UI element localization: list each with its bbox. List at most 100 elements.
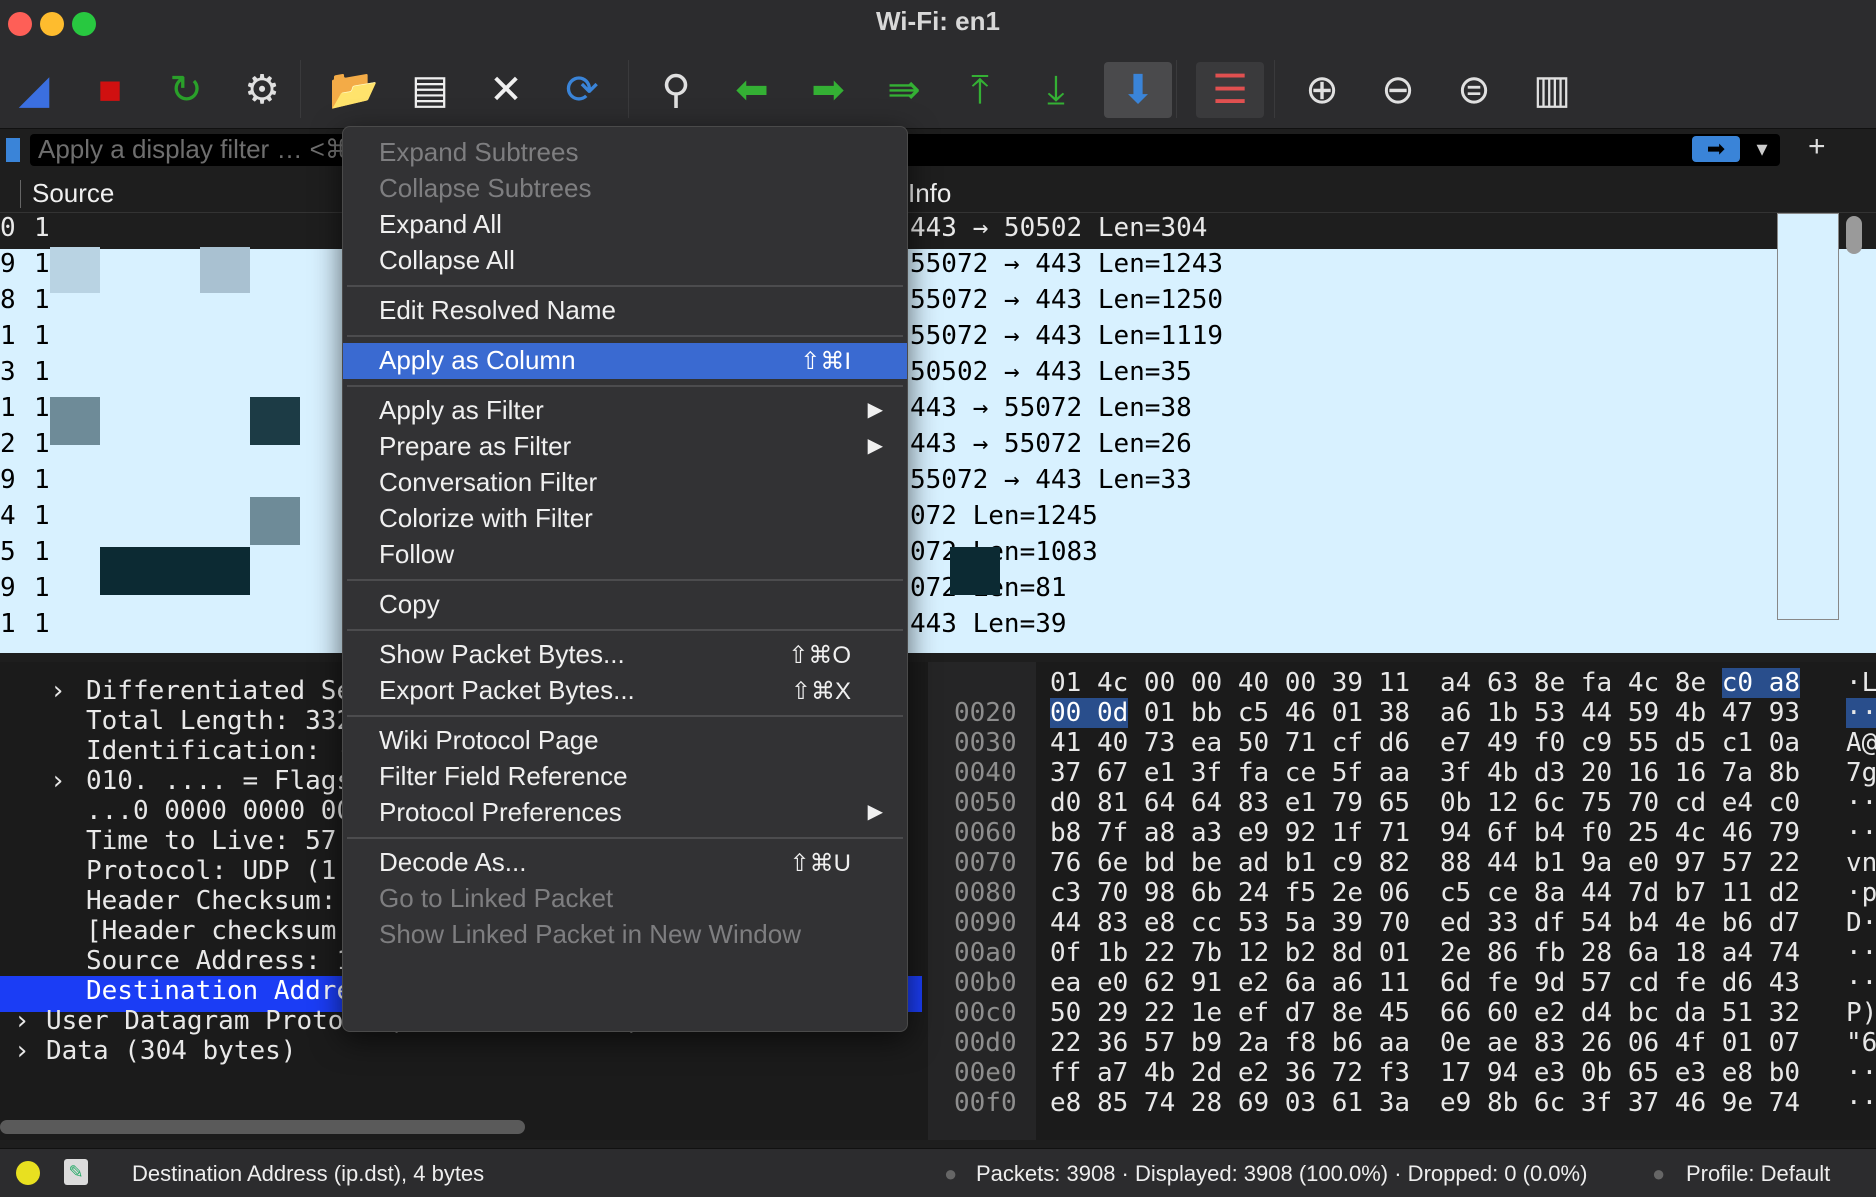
hex-group-2[interactable]: e7 49 f0 c9 55 d5 c1 0a [1440, 728, 1800, 758]
packet-minimap[interactable] [1777, 213, 1839, 620]
zoom-out-icon[interactable]: ⊖ [1370, 62, 1426, 118]
packet-row[interactable]: 3 1 50502 → 443 Len=35 [0, 357, 1876, 393]
ascii-bytes[interactable]: ·· [1846, 1088, 1876, 1118]
go-to-packet-icon[interactable]: ⇛ [876, 62, 932, 118]
menu-item-apply-as-filter[interactable]: Apply as Filter ▶ [343, 393, 907, 429]
menu-item-wiki-protocol-page[interactable]: Wiki Protocol Page [343, 723, 907, 759]
column-header-info[interactable]: Info [908, 178, 951, 209]
last-packet-icon[interactable]: ⤓ [1028, 62, 1084, 118]
open-file-icon[interactable]: 📂 [326, 62, 382, 118]
resize-columns-icon[interactable]: ▥ [1524, 62, 1580, 118]
menu-item-edit-resolved-name[interactable]: Edit Resolved Name [343, 293, 907, 329]
hex-group-2[interactable]: 17 94 e3 0b 65 e3 e8 b0 [1440, 1058, 1800, 1088]
hex-group-1[interactable]: e8 85 74 28 69 03 61 3a [1050, 1088, 1410, 1118]
ascii-bytes[interactable]: ·· [1846, 788, 1876, 818]
packet-list-scrollbar[interactable] [1846, 216, 1862, 254]
hex-group-1[interactable]: d0 81 64 64 83 e1 79 65 [1050, 788, 1410, 818]
menu-item-apply-as-column[interactable]: Apply as Column ⇧⌘I [343, 343, 907, 379]
packet-row[interactable]: 9 1 072 Len=81 [0, 573, 1876, 609]
packet-row[interactable]: 1 1 443 Len=39 [0, 609, 1876, 645]
stop-capture-icon[interactable]: ■ [82, 62, 138, 118]
menu-item-protocol-preferences[interactable]: Protocol Preferences ▶ [343, 795, 907, 831]
menu-item-conversation-filter[interactable]: Conversation Filter [343, 465, 907, 501]
ascii-bytes[interactable]: 7g [1846, 758, 1876, 788]
packet-list[interactable]: 0 1 443 → 50502 Len=304 9 1 55072 → 443 Len=1… [0, 213, 1876, 653]
packet-row[interactable]: 0 1 443 → 50502 Len=304 [0, 213, 1876, 249]
hex-group-2[interactable]: a4 63 8e fa 4c 8e c0 a8 [1440, 668, 1801, 698]
pane-splitter[interactable] [928, 662, 940, 1140]
hex-group-2[interactable]: 0b 12 6c 75 70 cd e4 c0 [1440, 788, 1800, 818]
filter-history-dropdown[interactable]: ▾ [1750, 136, 1774, 162]
menu-item-prepare-as-filter[interactable]: Prepare as Filter ▶ [343, 429, 907, 465]
capture-options-icon[interactable]: ⚙ [234, 62, 290, 118]
hex-group-2[interactable]: 94 6f b4 f0 25 4c 46 79 [1440, 818, 1800, 848]
status-profile[interactable]: Profile: Default [1686, 1161, 1830, 1187]
ascii-bytes[interactable]: ·· [1846, 818, 1876, 848]
hex-group-2[interactable]: 6d fe 9d 57 cd fe d6 43 [1440, 968, 1800, 998]
apply-filter-button[interactable]: ➡ [1692, 136, 1740, 162]
details-scrollbar[interactable] [0, 1120, 525, 1134]
ascii-bytes[interactable]: ·L [1846, 668, 1876, 698]
hex-group-2[interactable]: a6 1b 53 44 59 4b 47 93 [1440, 698, 1800, 728]
zoom-in-icon[interactable]: ⊕ [1294, 62, 1350, 118]
packet-row[interactable]: 1 1 55072 → 443 Len=1119 [0, 321, 1876, 357]
hex-group-1[interactable]: 50 29 22 1e ef d7 8e 45 [1050, 998, 1410, 1028]
ascii-bytes[interactable]: ·· [1846, 938, 1876, 968]
restart-capture-icon[interactable]: ↻ [158, 62, 214, 118]
go-back-icon[interactable]: ⬅ [724, 62, 780, 118]
ascii-bytes[interactable]: ·· [1846, 1058, 1876, 1088]
menu-item-follow[interactable]: Follow [343, 537, 907, 573]
ascii-bytes[interactable]: A@ [1846, 728, 1876, 758]
hex-group-2[interactable]: 88 44 b1 9a e0 97 57 22 [1440, 848, 1800, 878]
hex-group-2[interactable]: ed 33 df 54 b4 4e b6 d7 [1440, 908, 1800, 938]
ascii-bytes[interactable]: P) [1846, 998, 1876, 1028]
menu-item-copy[interactable]: Copy [343, 587, 907, 623]
hex-group-2[interactable]: 2e 86 fb 28 6a 18 a4 74 [1440, 938, 1800, 968]
packet-row[interactable]: 9 1 55072 → 443 Len=1243 [0, 249, 1876, 285]
hex-group-1[interactable]: 22 36 57 b9 2a f8 b6 aa [1050, 1028, 1410, 1058]
expand-arrow-icon[interactable]: › [14, 1006, 30, 1036]
hex-group-1[interactable]: 41 40 73 ea 50 71 cf d6 [1050, 728, 1410, 758]
hex-group-2[interactable]: 66 60 e2 d4 bc da 51 32 [1440, 998, 1800, 1028]
packet-row[interactable]: 8 1 55072 → 443 Len=1250 [0, 285, 1876, 321]
menu-item-decode-as[interactable]: Decode As... ⇧⌘U [343, 845, 907, 881]
detail-row[interactable]: › Data (304 bytes) [0, 1036, 920, 1072]
expert-info-icon[interactable] [16, 1161, 40, 1185]
close-file-icon[interactable]: ✕ [478, 62, 534, 118]
add-filter-button[interactable]: + [1808, 130, 1826, 164]
menu-item-show-packet-bytes[interactable]: Show Packet Bytes... ⇧⌘O [343, 637, 907, 673]
packet-bytes-pane[interactable]: 0020 0030 0040 0050 0060 0070 0080 0090 00a0 00b0… [940, 662, 1876, 1140]
hex-group-1[interactable]: 76 6e bd be ad b1 c9 82 [1050, 848, 1410, 878]
hex-group-1[interactable]: 37 67 e1 3f fa ce 5f aa [1050, 758, 1410, 788]
normal-size-icon[interactable]: ⊜ [1446, 62, 1502, 118]
hex-group-1[interactable]: c3 70 98 6b 24 f5 2e 06 [1050, 878, 1410, 908]
menu-item-collapse-all[interactable]: Collapse All [343, 243, 907, 279]
hex-group-2[interactable]: e9 8b 6c 3f 37 46 9e 74 [1440, 1088, 1800, 1118]
bookmark-icon[interactable] [6, 138, 20, 162]
autoscroll-icon[interactable]: ⬇ [1104, 62, 1172, 118]
ascii-bytes[interactable]: "6 [1846, 1028, 1876, 1058]
save-file-icon[interactable]: ▤ [402, 62, 458, 118]
ascii-bytes[interactable]: ·· [1846, 968, 1876, 998]
expand-arrow-icon[interactable]: › [50, 766, 66, 796]
capture-comment-icon[interactable]: ✎ [64, 1159, 88, 1185]
reload-file-icon[interactable]: ⟳ [554, 62, 610, 118]
ascii-bytes[interactable]: ·· [1846, 698, 1876, 728]
hex-group-1[interactable]: 44 83 e8 cc 53 5a 39 70 [1050, 908, 1410, 938]
first-packet-icon[interactable]: ⤒ [952, 62, 1008, 118]
find-packet-icon[interactable]: ⚲ [648, 62, 704, 118]
hex-group-1[interactable]: b8 7f a8 a3 e9 92 1f 71 [1050, 818, 1410, 848]
go-forward-icon[interactable]: ➡ [800, 62, 856, 118]
ascii-bytes[interactable]: D· [1846, 908, 1876, 938]
start-capture-icon[interactable]: ◢ [6, 62, 62, 118]
packet-row[interactable]: 9 1 55072 → 443 Len=33 [0, 465, 1876, 501]
hex-group-2[interactable]: c5 ce 8a 44 7d b7 11 d2 [1440, 878, 1800, 908]
menu-item-expand-all[interactable]: Expand All [343, 207, 907, 243]
ascii-bytes[interactable]: ·p [1846, 878, 1876, 908]
hex-group-1[interactable]: 00 0d 01 bb c5 46 01 38 [1050, 698, 1410, 728]
column-header-source[interactable]: Source [32, 178, 114, 209]
hex-group-1[interactable]: ea e0 62 91 e2 6a a6 11 [1050, 968, 1410, 998]
expand-arrow-icon[interactable]: › [14, 1036, 30, 1066]
menu-item-export-packet-bytes[interactable]: Export Packet Bytes... ⇧⌘X [343, 673, 907, 709]
hex-group-2[interactable]: 0e ae 83 26 06 4f 01 07 [1440, 1028, 1800, 1058]
